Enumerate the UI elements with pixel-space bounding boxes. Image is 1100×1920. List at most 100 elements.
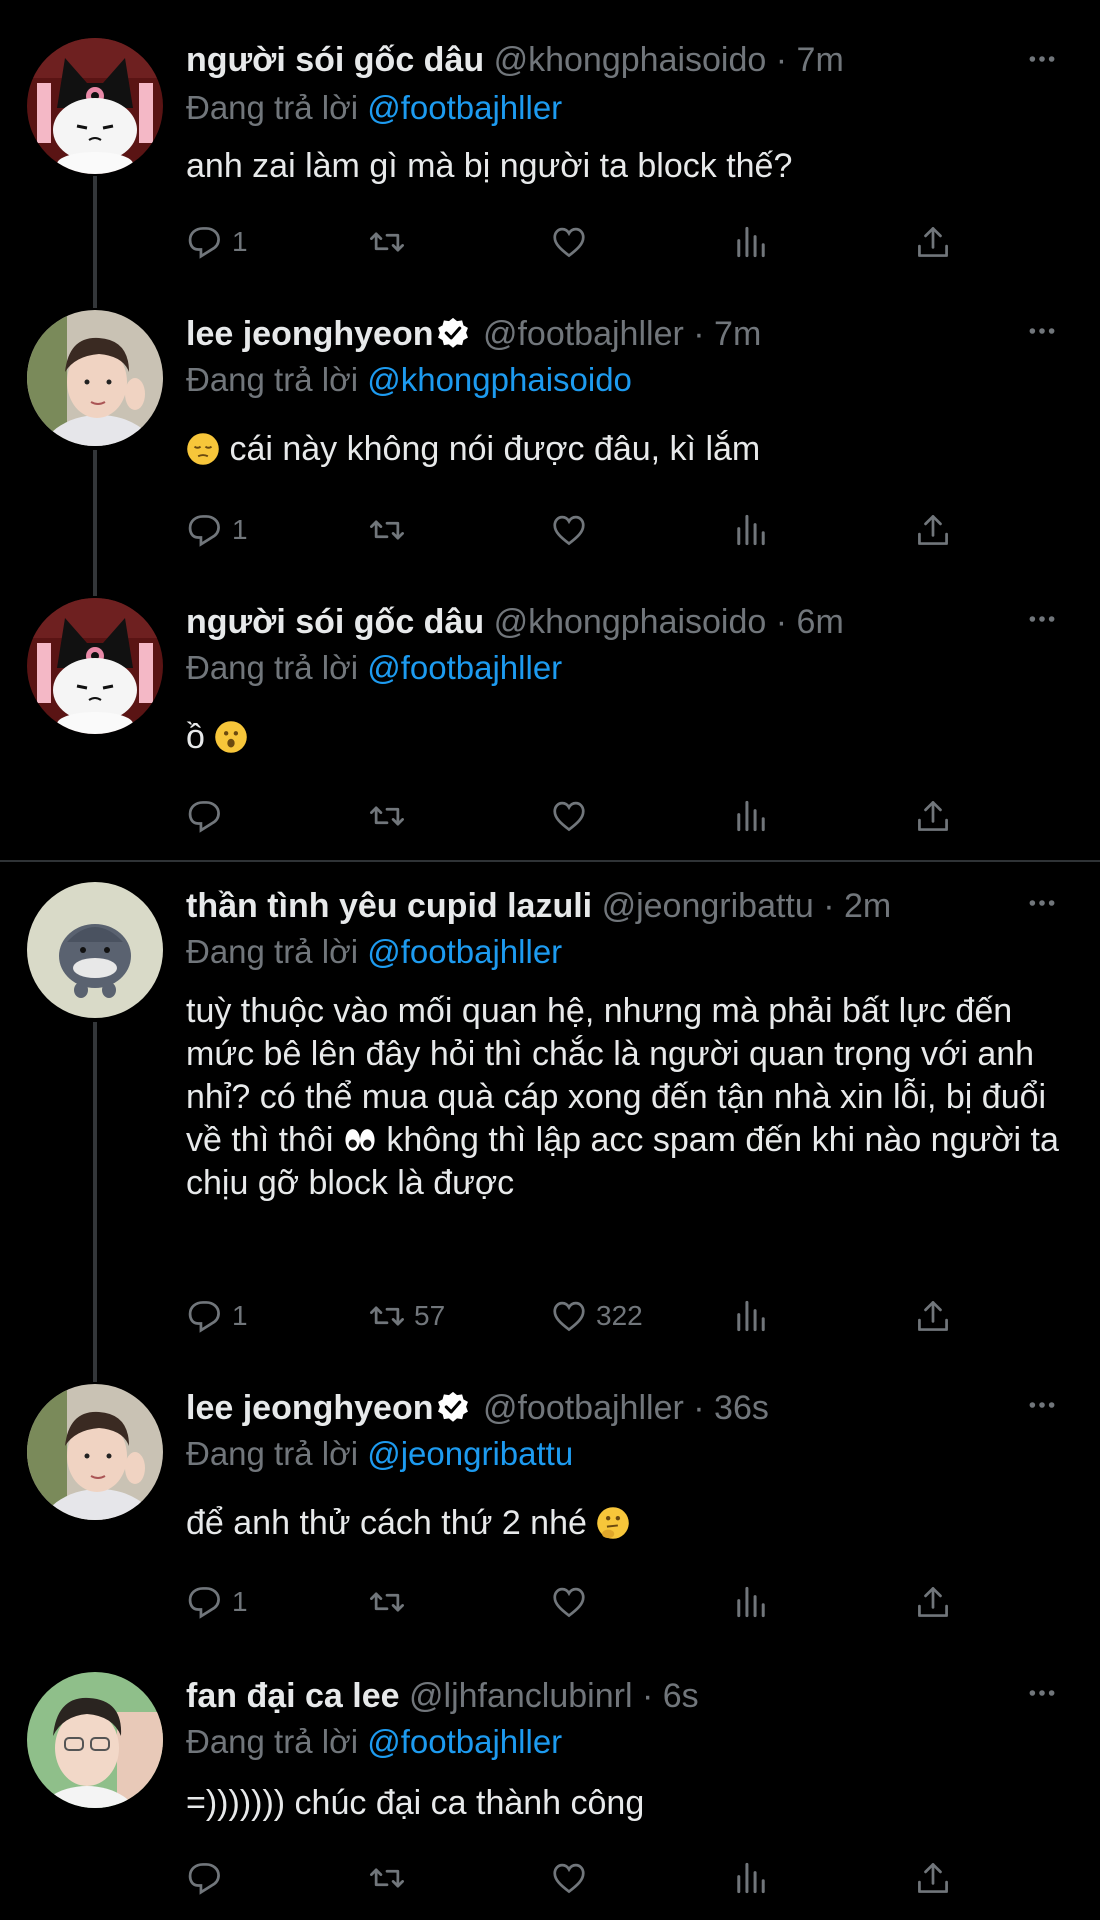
reply-button[interactable]: 1 bbox=[186, 222, 248, 262]
more-icon[interactable] bbox=[1024, 888, 1060, 918]
replying-to-link[interactable]: @footbajhller bbox=[367, 933, 562, 970]
handle[interactable]: @footbajhller bbox=[483, 1389, 684, 1427]
retweet-icon bbox=[370, 520, 404, 540]
share-button[interactable] bbox=[914, 222, 952, 262]
tweet-header: lee jeonghyeon @footbajhller · 7m bbox=[186, 314, 761, 354]
retweet-button[interactable] bbox=[368, 510, 406, 550]
reply-button[interactable]: 1 bbox=[186, 1296, 248, 1336]
reply-icon bbox=[188, 1301, 220, 1332]
tweet[interactable]: lee jeonghyeon @footbajhller · 7m Đang t… bbox=[0, 288, 1100, 576]
retweet-button[interactable] bbox=[368, 1858, 406, 1898]
handle[interactable]: @khongphaisoido bbox=[494, 603, 767, 641]
like-button[interactable] bbox=[550, 1858, 588, 1898]
thread-line bbox=[93, 576, 97, 596]
timestamp[interactable]: · 2m bbox=[823, 887, 891, 925]
tweet[interactable]: người sói gốc dâu @khongphaisoido · 7m Đ… bbox=[0, 0, 1100, 288]
display-name[interactable]: lee jeonghyeon bbox=[186, 1389, 434, 1427]
retweet-icon bbox=[370, 1306, 404, 1326]
tweet-header: lee jeonghyeon @footbajhller · 36s bbox=[186, 1388, 769, 1428]
like-button[interactable] bbox=[550, 222, 588, 262]
thinking-emoji bbox=[596, 1506, 631, 1540]
share-button[interactable] bbox=[914, 510, 952, 550]
timestamp[interactable]: · 36s bbox=[693, 1389, 769, 1427]
like-button[interactable] bbox=[550, 1582, 588, 1622]
share-button[interactable] bbox=[914, 796, 952, 836]
replying-to-link[interactable]: @jeongribattu bbox=[367, 1435, 573, 1472]
like-button[interactable] bbox=[550, 796, 588, 836]
timestamp[interactable]: · 7m bbox=[776, 41, 844, 79]
tweet-header: thần tình yêu cupid lazuli @jeongribattu… bbox=[186, 886, 891, 926]
replying-to-link[interactable]: @khongphaisoido bbox=[367, 361, 632, 398]
timestamp[interactable]: · 6m bbox=[776, 603, 844, 641]
share-button[interactable] bbox=[914, 1296, 952, 1336]
retweet-button[interactable]: 57 bbox=[368, 1296, 445, 1336]
replying-to: Đang trả lời @khongphaisoido bbox=[186, 360, 632, 400]
heart-icon bbox=[553, 1863, 585, 1893]
views-button[interactable] bbox=[732, 1296, 770, 1336]
views-button[interactable] bbox=[732, 1582, 770, 1622]
reply-button[interactable] bbox=[186, 796, 224, 836]
avatar[interactable] bbox=[27, 882, 163, 1018]
views-button[interactable] bbox=[732, 1858, 770, 1898]
share-button[interactable] bbox=[914, 1858, 952, 1898]
pensive-emoji bbox=[186, 432, 220, 466]
timestamp[interactable]: · 6s bbox=[642, 1677, 699, 1715]
retweet-icon bbox=[370, 806, 404, 826]
views-icon bbox=[737, 514, 765, 546]
more-icon[interactable] bbox=[1024, 1678, 1060, 1708]
avatar[interactable] bbox=[27, 598, 163, 734]
avatar[interactable] bbox=[27, 310, 163, 446]
more-icon[interactable] bbox=[1024, 1390, 1060, 1420]
avatar[interactable] bbox=[27, 1672, 163, 1808]
replying-to-link[interactable]: @footbajhller bbox=[367, 89, 562, 126]
display-name[interactable]: fan đại ca lee bbox=[186, 1677, 400, 1715]
reply-icon bbox=[188, 515, 220, 546]
retweet-count: 57 bbox=[414, 1300, 446, 1331]
replying-prefix: Đang trả lời bbox=[186, 933, 359, 970]
handle[interactable]: @jeongribattu bbox=[602, 887, 814, 925]
tweet[interactable]: thần tình yêu cupid lazuli @jeongribattu… bbox=[0, 862, 1100, 1364]
action-bar bbox=[186, 1858, 986, 1898]
tweet-text: cái này không nói được đâu, kì lắm bbox=[186, 428, 1066, 471]
views-button[interactable] bbox=[732, 222, 770, 262]
tweet-text: anh zai làm gì mà bị người ta block thế? bbox=[186, 147, 793, 185]
reply-button[interactable]: 1 bbox=[186, 1582, 248, 1622]
more-icon[interactable] bbox=[1024, 604, 1060, 634]
action-bar: 1 bbox=[186, 510, 986, 550]
tweet[interactable]: fan đại ca lee @ljhfanclubinrl · 6s Đang… bbox=[0, 1652, 1100, 1920]
retweet-button[interactable] bbox=[368, 796, 406, 836]
like-button[interactable] bbox=[550, 510, 588, 550]
replying-to-link[interactable]: @footbajhller bbox=[367, 649, 562, 686]
tweet[interactable]: lee jeonghyeon @footbajhller · 36s Đang … bbox=[0, 1364, 1100, 1652]
tweet[interactable]: người sói gốc dâu @khongphaisoido · 6m Đ… bbox=[0, 576, 1100, 860]
share-icon bbox=[918, 1863, 948, 1893]
like-button[interactable]: 322 bbox=[550, 1296, 643, 1336]
replying-to: Đang trả lời @footbajhller bbox=[186, 88, 562, 128]
handle[interactable]: @footbajhller bbox=[483, 315, 684, 353]
action-bar: 1 bbox=[186, 222, 986, 262]
more-icon[interactable] bbox=[1024, 44, 1060, 74]
retweet-icon bbox=[370, 1868, 404, 1888]
reply-button[interactable] bbox=[186, 1858, 224, 1898]
replying-prefix: Đang trả lời bbox=[186, 89, 359, 126]
avatar[interactable] bbox=[27, 1384, 163, 1520]
more-icon[interactable] bbox=[1024, 316, 1060, 346]
share-button[interactable] bbox=[914, 1582, 952, 1622]
thread-line bbox=[93, 450, 97, 576]
views-button[interactable] bbox=[732, 796, 770, 836]
display-name[interactable]: người sói gốc dâu bbox=[186, 603, 484, 641]
tweet-header: người sói gốc dâu @khongphaisoido · 6m bbox=[186, 602, 844, 642]
retweet-button[interactable] bbox=[368, 1582, 406, 1622]
handle[interactable]: @ljhfanclubinrl bbox=[409, 1677, 633, 1715]
avatar[interactable] bbox=[27, 38, 163, 174]
timestamp[interactable]: · 7m bbox=[693, 315, 761, 353]
display-name[interactable]: thần tình yêu cupid lazuli bbox=[186, 887, 592, 925]
retweet-button[interactable] bbox=[368, 222, 406, 262]
views-button[interactable] bbox=[732, 510, 770, 550]
display-name[interactable]: người sói gốc dâu bbox=[186, 41, 484, 79]
replying-to-link[interactable]: @footbajhller bbox=[367, 1723, 562, 1760]
display-name[interactable]: lee jeonghyeon bbox=[186, 315, 434, 353]
tweet-text: =))))))) chúc đại ca thành công bbox=[186, 1784, 645, 1822]
handle[interactable]: @khongphaisoido bbox=[494, 41, 767, 79]
reply-button[interactable]: 1 bbox=[186, 510, 248, 550]
